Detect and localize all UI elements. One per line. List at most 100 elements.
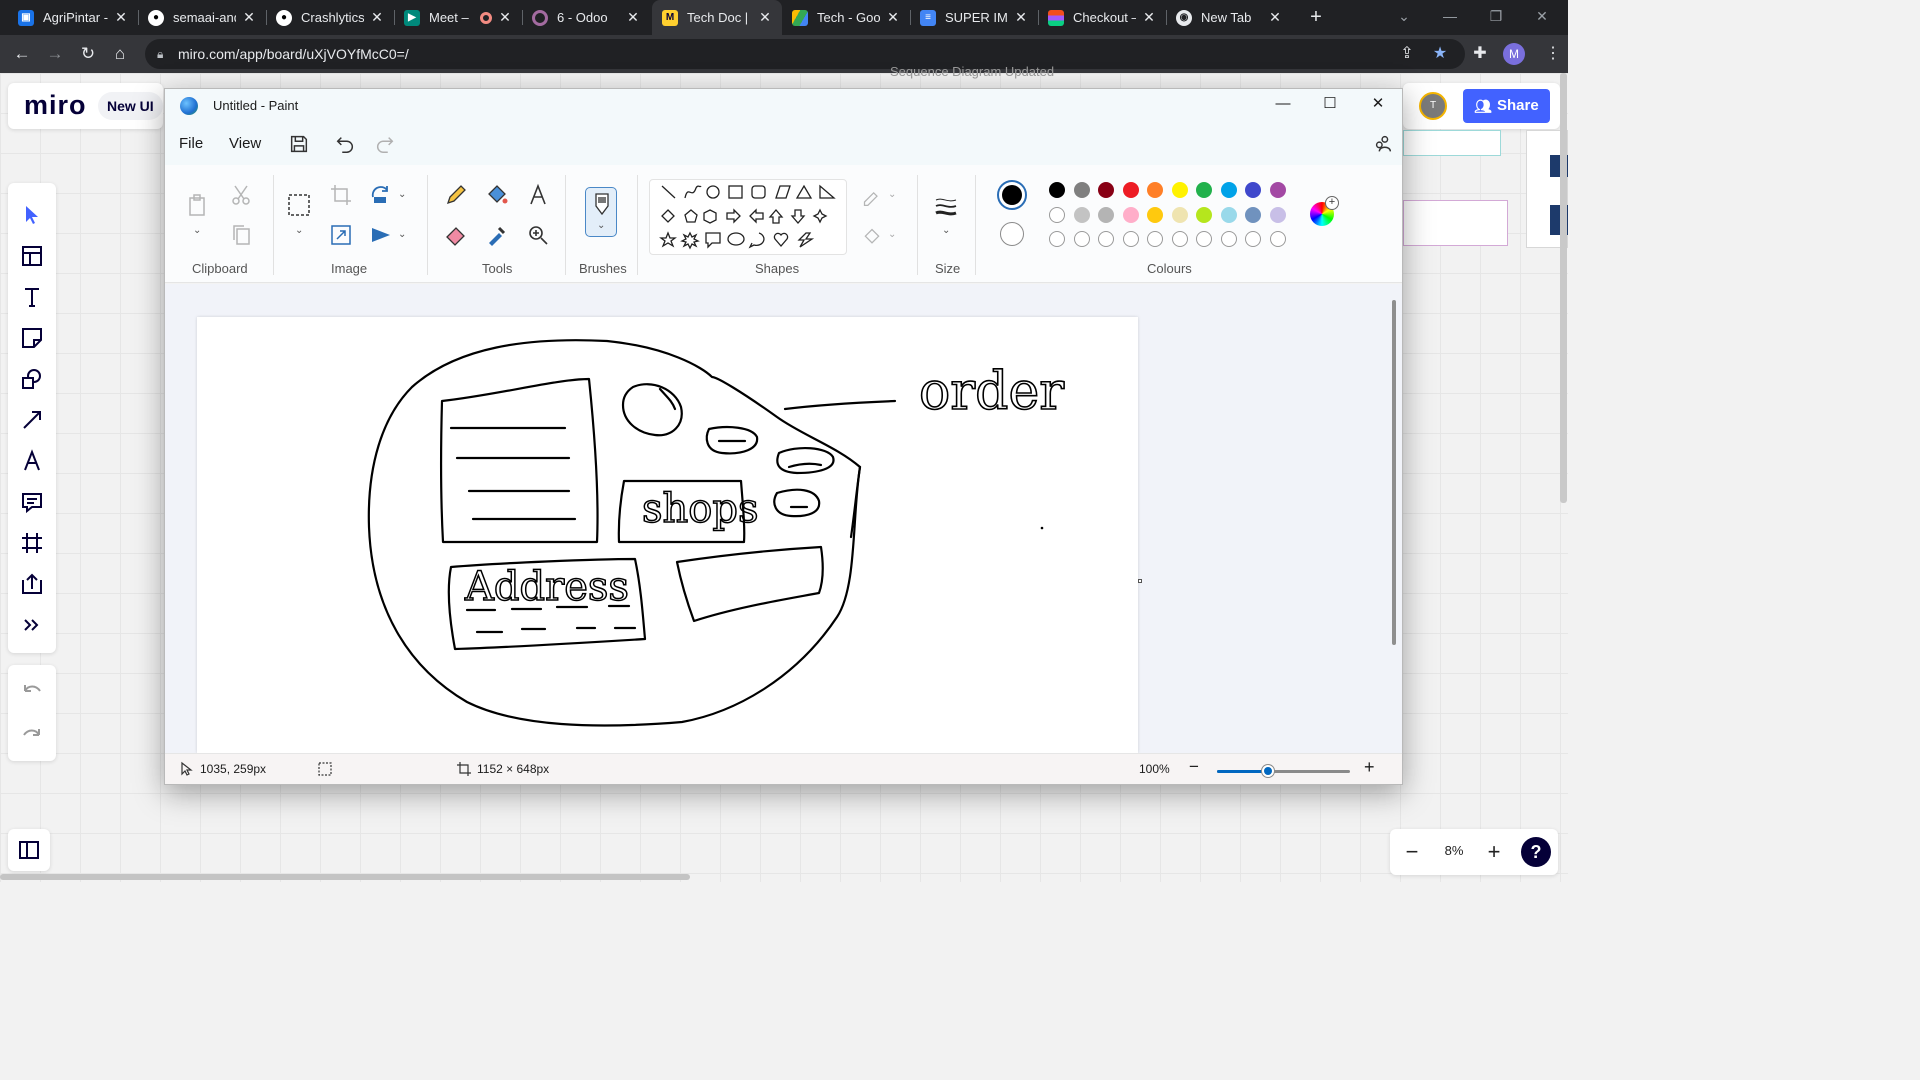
rotate-icon[interactable] [369,183,393,207]
more-tools-icon[interactable] [20,613,44,637]
close-window-icon[interactable]: ✕ [1519,0,1565,35]
pencil-icon[interactable] [444,183,468,207]
miro-logo[interactable]: miro [24,90,87,121]
save-icon[interactable] [288,133,310,155]
color-swatch[interactable] [1098,206,1114,223]
close-tab-icon[interactable]: ✕ [758,9,772,26]
browser-tab[interactable]: ● Crashlytics ✕ [266,0,394,35]
rotate-dropdown-icon[interactable]: ⌄ [398,189,406,200]
home-icon[interactable]: ⌂ [108,42,132,66]
browser-tab[interactable]: ◉ New Tab ✕ [1166,0,1292,35]
zoom-out-button[interactable]: − [1400,840,1424,864]
upload-icon[interactable] [20,572,44,596]
color-swatch[interactable] [1171,206,1188,223]
custom-color-slot[interactable] [1269,231,1286,247]
custom-color-slot[interactable] [1245,231,1261,247]
comment-icon[interactable] [20,490,44,514]
arrow-line-icon[interactable] [20,408,44,432]
flip-icon[interactable] [369,223,393,247]
flip-dropdown-icon[interactable]: ⌄ [398,229,406,240]
address-bar[interactable]: 🔒︎ miro.com/app/board/uXjVOYfMcC0=/ [145,39,1465,69]
custom-color-slot[interactable] [1122,231,1139,247]
profile-avatar[interactable]: M [1503,43,1525,65]
pen-icon[interactable] [20,449,44,473]
color-swatch[interactable] [1049,206,1065,223]
close-tab-icon[interactable]: ✕ [242,9,256,26]
share-page-icon[interactable]: ⇪ [1395,42,1419,66]
color-swatch[interactable] [1171,182,1188,198]
close-tab-icon[interactable]: ✕ [1014,9,1028,26]
color-swatch[interactable] [1220,206,1237,223]
browser-tab[interactable]: ● semaai-and ✕ [138,0,266,35]
tab-search-icon[interactable]: ⌄ [1381,0,1427,35]
close-icon[interactable]: ✕ [1355,89,1401,121]
color-swatch[interactable] [1245,206,1261,223]
redo-icon[interactable] [374,133,396,155]
undo-icon[interactable] [20,679,44,703]
frame-thumbnail[interactable] [1403,130,1501,156]
close-tab-icon[interactable]: ✕ [114,9,128,26]
color-swatch[interactable] [1122,182,1139,198]
menu-view[interactable]: View [229,135,261,152]
extensions-icon[interactable]: ✚ [1468,42,1492,66]
custom-color-slot[interactable] [1147,231,1163,247]
close-tab-icon[interactable]: ✕ [886,9,900,26]
forward-icon[interactable]: → [43,42,67,66]
frame-icon[interactable] [20,531,44,555]
color-swatch[interactable] [1196,206,1212,223]
zoom-in-button[interactable]: + [1482,840,1506,864]
bookmark-star-icon[interactable]: ★ [1428,42,1452,66]
vertical-scrollbar[interactable] [1560,73,1567,503]
select-dropdown-icon[interactable]: ⌄ [295,225,303,236]
color-swatch[interactable] [1147,206,1163,223]
fill-bucket-icon[interactable] [485,183,509,207]
line-size-icon[interactable] [934,195,958,219]
share-button[interactable]: 👥︎ Share [1463,89,1550,123]
reload-icon[interactable]: ↻ [76,42,100,66]
paint-vertical-scrollbar[interactable] [1392,300,1396,645]
frame-thumbnail[interactable] [1403,200,1508,246]
color-swatch[interactable] [1073,182,1090,198]
text-tool-icon[interactable] [526,183,550,207]
copy-icon[interactable] [229,223,253,247]
settings-users-icon[interactable] [1372,133,1394,155]
crop-icon[interactable] [329,183,353,207]
close-tab-icon[interactable]: ✕ [1142,9,1156,26]
redo-icon[interactable] [20,723,44,747]
paint-title-bar[interactable]: Untitled - Paint — ☐ ✕ [165,89,1402,123]
paste-dropdown-icon[interactable]: ⌄ [193,225,201,236]
custom-color-slot[interactable] [1220,231,1237,247]
zoom-slider[interactable] [1217,765,1350,777]
minimize-icon[interactable]: — [1260,89,1306,121]
collaborator-avatar[interactable]: T [1419,92,1447,120]
zoom-in-icon[interactable]: + [1364,757,1375,778]
outline-dropdown-icon[interactable]: ⌄ [888,189,896,200]
cut-icon[interactable] [229,183,253,207]
custom-color-slot[interactable] [1171,231,1188,247]
sticky-note-icon[interactable] [20,326,44,350]
custom-color-slot[interactable] [1098,231,1114,247]
help-button[interactable]: ? [1521,837,1551,867]
new-ui-badge[interactable]: New UI [98,92,163,120]
browser-tab[interactable]: ▶ Meet – ✕ [394,0,522,35]
outline-icon[interactable] [862,187,882,207]
custom-color-slot[interactable] [1049,231,1065,247]
restore-window-icon[interactable]: ❐ [1473,0,1519,35]
canvas-resize-handle[interactable] [1138,579,1142,583]
browser-tab[interactable]: Tech - Goo ✕ [782,0,910,35]
color-swatch[interactable] [1147,182,1163,198]
eraser-icon[interactable] [444,223,468,247]
maximize-icon[interactable]: ☐ [1307,89,1353,121]
horizontal-scrollbar[interactable] [0,874,690,880]
paint-canvas[interactable]: order shops Address [197,317,1138,753]
color-picker-icon[interactable] [485,223,509,247]
paste-icon[interactable] [185,193,209,217]
zoom-out-icon[interactable]: − [1189,757,1199,777]
back-icon[interactable]: ← [10,42,34,66]
templates-icon[interactable] [20,244,44,268]
zoom-percentage[interactable]: 100% [1139,762,1170,776]
color-swatch[interactable] [1269,182,1286,198]
minimize-window-icon[interactable]: — [1427,0,1473,35]
select-icon[interactable] [20,203,44,227]
browser-tab[interactable]: Checkout – ✕ [1038,0,1166,35]
